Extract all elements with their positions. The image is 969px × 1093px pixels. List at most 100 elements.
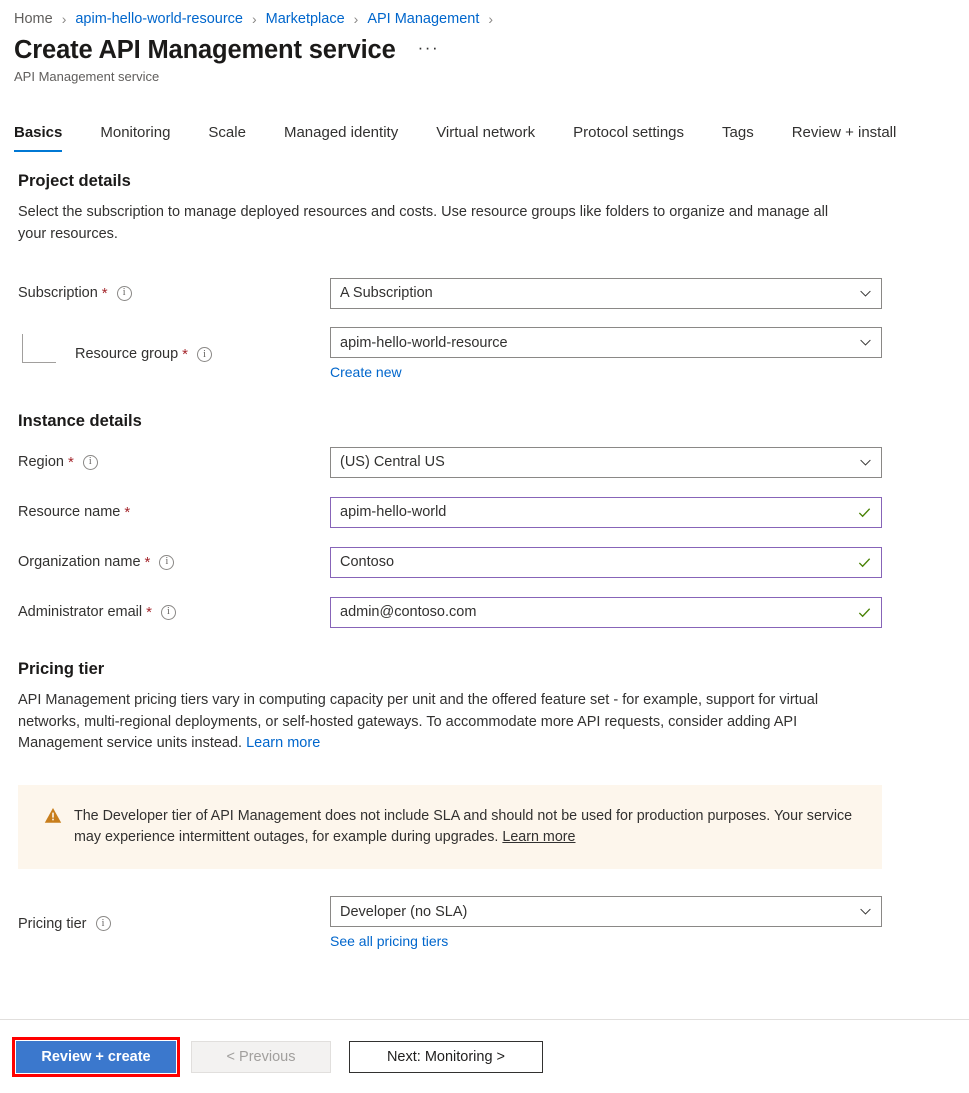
form-body: Project details Select the subscription … [0,172,969,754]
required-asterisk: * [182,346,189,364]
required-asterisk: * [101,284,108,302]
see-all-pricing-tiers-link[interactable]: See all pricing tiers [330,933,448,949]
resource-group-label: Resource group * i [18,346,330,364]
organization-name-input[interactable]: Contoso [330,546,882,578]
chevron-down-icon [860,290,871,297]
resource-name-input[interactable]: apim-hello-world [330,496,882,528]
organization-name-row: Organization name * i Contoso [18,546,969,578]
pricing-tier-field-area: Pricing tier i Developer (no SLA) See al… [0,896,969,951]
pricing-tier-section: Pricing tier API Management pricing tier… [18,660,969,754]
organization-name-label: Organization name * i [18,553,330,571]
required-asterisk: * [124,503,131,521]
subscription-dropdown[interactable]: A Subscription [330,277,882,309]
resource-group-value: apim-hello-world-resource [340,334,508,351]
administrator-email-value: admin@contoso.com [340,604,477,621]
info-icon[interactable]: i [160,604,176,620]
administrator-email-label-text: Administrator email [18,603,143,620]
breadcrumb-separator-icon: › [488,11,494,27]
tab-virtual-network[interactable]: Virtual network [436,124,535,152]
page-title: Create API Management service [14,36,396,64]
resource-group-control: apim-hello-world-resource Create new [330,327,882,382]
wizard-footer: Review + create < Previous Next: Monitor… [0,1020,969,1093]
chevron-down-icon [860,909,871,916]
region-row: Region * i (US) Central US [18,446,969,478]
info-icon[interactable]: i [95,916,111,932]
breadcrumb-separator-icon: › [353,11,359,27]
region-label-text: Region [18,453,64,470]
warning-triangle-icon [44,807,62,823]
resource-name-value: apim-hello-world [340,504,447,521]
resource-name-row: Resource name * apim-hello-world [18,496,969,528]
breadcrumb: Home › apim-hello-world-resource › Marke… [0,0,969,30]
resource-group-row: Resource group * i apim-hello-world-reso… [18,327,969,382]
previous-button[interactable]: < Previous [191,1040,331,1073]
resource-name-control: apim-hello-world [330,496,882,528]
checkmark-icon [858,558,871,567]
developer-tier-warning-banner: The Developer tier of API Management doe… [18,784,882,870]
checkmark-icon [858,608,871,617]
project-details-description: Select the subscription to manage deploy… [18,204,829,242]
organization-name-value: Contoso [340,554,395,571]
pricing-tier-learn-more-link[interactable]: Learn more [246,735,320,751]
pricing-tier-value: Developer (no SLA) [340,903,468,920]
subscription-row: Subscription * i A Subscription [18,277,969,309]
administrator-email-input[interactable]: admin@contoso.com [330,596,882,628]
info-icon[interactable]: i [197,347,213,363]
pricing-tier-description: API Management pricing tiers vary in com… [18,690,863,754]
region-label: Region * i [18,453,330,471]
pricing-tier-heading: Pricing tier [18,660,105,679]
instance-details-heading: Instance details [18,412,142,431]
breadcrumb-separator-icon: › [251,11,257,27]
page-header: Create API Management service ··· [0,30,969,65]
tab-scale[interactable]: Scale [208,124,246,152]
info-icon[interactable]: i [82,454,98,470]
tab-tags[interactable]: Tags [722,124,754,152]
more-options-icon[interactable]: ··· [418,39,439,63]
pricing-tier-description-text: API Management pricing tiers vary in com… [18,692,819,752]
subscription-label-text: Subscription [18,284,98,301]
required-asterisk: * [146,603,152,621]
create-new-resource-group-link[interactable]: Create new [330,364,402,380]
project-details-heading: Project details [18,172,131,191]
region-dropdown[interactable]: (US) Central US [330,446,882,478]
tab-protocol-settings[interactable]: Protocol settings [573,124,684,152]
page-subtitle: API Management service [14,69,160,85]
subscription-label: Subscription * i [18,284,330,302]
chevron-down-icon [860,459,871,466]
tab-managed-identity[interactable]: Managed identity [284,124,398,152]
breadcrumb-item-api-management[interactable]: API Management [367,11,479,27]
resource-group-dropdown[interactable]: apim-hello-world-resource [330,327,882,359]
administrator-email-control: admin@contoso.com [330,596,882,628]
review-create-button[interactable]: Review + create [16,1040,176,1073]
required-asterisk: * [144,553,151,571]
tab-monitoring[interactable]: Monitoring [100,124,170,152]
resource-name-label: Resource name * [18,505,330,520]
next-monitoring-button[interactable]: Next: Monitoring > [349,1040,543,1073]
organization-name-label-text: Organization name [18,553,141,570]
breadcrumb-item-home[interactable]: Home [14,11,53,27]
region-control: (US) Central US [330,446,882,478]
breadcrumb-item-resource[interactable]: apim-hello-world-resource [75,11,243,27]
warning-text-block: The Developer tier of API Management doe… [74,806,864,849]
region-value: (US) Central US [340,454,445,471]
pricing-tier-dropdown[interactable]: Developer (no SLA) [330,896,882,928]
warning-message: The Developer tier of API Management doe… [74,807,853,846]
warning-learn-more-link[interactable]: Learn more [502,829,575,845]
resource-name-label-text: Resource name [18,503,121,520]
pricing-tier-row: Pricing tier i Developer (no SLA) See al… [18,896,969,951]
instance-details-section: Instance details Region * i (US) Central… [18,412,969,628]
administrator-email-row: Administrator email * i admin@contoso.co… [18,596,969,628]
info-icon[interactable]: i [116,285,132,301]
subscription-value: A Subscription [340,285,433,302]
info-icon[interactable]: i [159,554,175,570]
tab-review-install[interactable]: Review + install [792,124,897,152]
project-details-section: Project details Select the subscription … [18,172,969,382]
required-asterisk: * [67,453,74,471]
administrator-email-label: Administrator email * i [18,603,330,621]
pricing-tier-field-label: Pricing tier i [18,916,330,932]
wizard-tabs: Basics Monitoring Scale Managed identity… [0,112,969,153]
checkmark-icon [858,508,871,517]
breadcrumb-item-marketplace[interactable]: Marketplace [266,11,345,27]
tab-basics[interactable]: Basics [14,124,63,153]
chevron-down-icon [860,339,871,346]
